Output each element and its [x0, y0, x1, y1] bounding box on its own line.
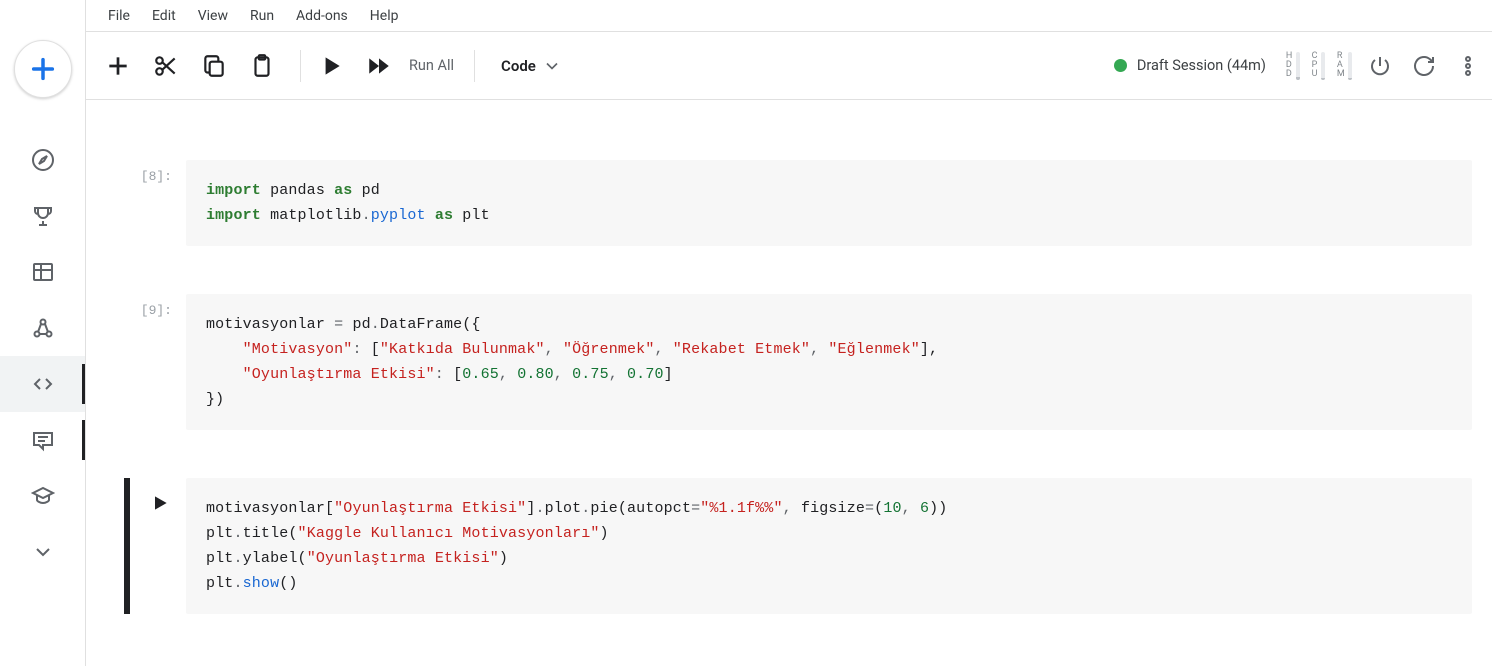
- refresh-button[interactable]: [1402, 44, 1446, 88]
- cpu-meter[interactable]: CPU: [1312, 52, 1325, 80]
- play-icon: [318, 53, 344, 79]
- sidebar-item-more[interactable]: [0, 524, 85, 580]
- code-input[interactable]: motivasyonlar = pd.DataFrame({ "Motivasy…: [186, 294, 1472, 430]
- sidebar-item-discussions[interactable]: [0, 412, 85, 468]
- sidebar-item-competitions[interactable]: [0, 188, 85, 244]
- more-vertical-icon: [1456, 54, 1480, 78]
- fast-forward-button[interactable]: [359, 46, 399, 86]
- comment-icon: [31, 428, 55, 452]
- menu-help[interactable]: Help: [359, 4, 410, 28]
- session-label: Draft Session (44m): [1137, 57, 1266, 74]
- code-cell: [8]: import pandas as pd import matplotli…: [86, 160, 1492, 294]
- left-rail: [0, 0, 86, 666]
- cell-gutter: [9]:: [126, 294, 186, 430]
- toolbar-separator: [300, 50, 301, 82]
- table-icon: [31, 260, 55, 284]
- compass-icon: [31, 148, 55, 172]
- add-cell-button[interactable]: [98, 46, 138, 86]
- scissors-icon: [153, 53, 179, 79]
- code-cell: [9]: motivasyonlar = pd.DataFrame({ "Moti…: [86, 294, 1492, 478]
- plus-icon: [29, 55, 57, 83]
- menu-file[interactable]: File: [97, 4, 141, 28]
- paste-button[interactable]: [242, 46, 282, 86]
- run-cell-button[interactable]: [311, 46, 351, 86]
- cell-gutter: [126, 478, 186, 614]
- sidebar-item-datasets[interactable]: [0, 244, 85, 300]
- toolbar-separator: [474, 50, 475, 82]
- cut-button[interactable]: [146, 46, 186, 86]
- paste-icon: [249, 53, 275, 79]
- plus-icon: [105, 53, 131, 79]
- ram-label: RAM: [1337, 52, 1345, 79]
- graduation-cap-icon: [31, 484, 55, 508]
- status-dot-icon: [1114, 59, 1127, 72]
- sidebar-item-code[interactable]: [0, 356, 85, 412]
- menu-run[interactable]: Run: [239, 4, 285, 28]
- session-status[interactable]: Draft Session (44m): [1114, 57, 1266, 74]
- toolbar: Run All Code Draft Session (44m) HDD CPU…: [86, 31, 1492, 100]
- fast-forward-icon: [366, 53, 392, 79]
- copy-icon: [201, 53, 227, 79]
- trophy-icon: [31, 204, 55, 228]
- notebook-area: [8]: import pandas as pd import matplotli…: [86, 100, 1492, 666]
- cpu-label: CPU: [1312, 52, 1318, 79]
- cell-gutter: [8]:: [126, 160, 186, 246]
- run-this-cell-button[interactable]: [148, 491, 172, 515]
- menu-view[interactable]: View: [187, 4, 239, 28]
- power-button[interactable]: [1358, 44, 1402, 88]
- power-icon: [1368, 54, 1392, 78]
- refresh-icon: [1412, 54, 1436, 78]
- cell-type-label: Code: [501, 57, 536, 75]
- more-options-button[interactable]: [1446, 44, 1490, 88]
- chevron-down-icon: [31, 540, 55, 564]
- menu-edit[interactable]: Edit: [141, 4, 187, 28]
- run-all-button[interactable]: Run All: [407, 57, 464, 74]
- chevron-down-icon: [542, 56, 562, 76]
- menu-bar: File Edit View Run Add-ons Help: [86, 0, 1492, 31]
- hdd-meter[interactable]: HDD: [1286, 52, 1300, 80]
- code-icon: [31, 372, 55, 396]
- code-input[interactable]: import pandas as pd import matplotlib.py…: [186, 160, 1472, 246]
- hdd-label: HDD: [1286, 52, 1293, 79]
- menu-addons[interactable]: Add-ons: [285, 4, 359, 28]
- create-button[interactable]: [14, 40, 72, 98]
- execution-count: [8]:: [126, 169, 172, 184]
- sidebar-item-models[interactable]: [0, 300, 85, 356]
- copy-button[interactable]: [194, 46, 234, 86]
- sidebar-item-explore[interactable]: [0, 132, 85, 188]
- code-cell: motivasyonlar["Oyunlaştırma Etkisi"].plo…: [86, 478, 1492, 662]
- cell-type-dropdown[interactable]: Code: [493, 56, 570, 76]
- code-input[interactable]: motivasyonlar["Oyunlaştırma Etkisi"].plo…: [186, 478, 1472, 614]
- sidebar-item-learn[interactable]: [0, 468, 85, 524]
- execution-count: [9]:: [126, 303, 172, 318]
- play-icon: [150, 493, 170, 513]
- model-icon: [31, 316, 55, 340]
- ram-meter[interactable]: RAM: [1337, 52, 1352, 80]
